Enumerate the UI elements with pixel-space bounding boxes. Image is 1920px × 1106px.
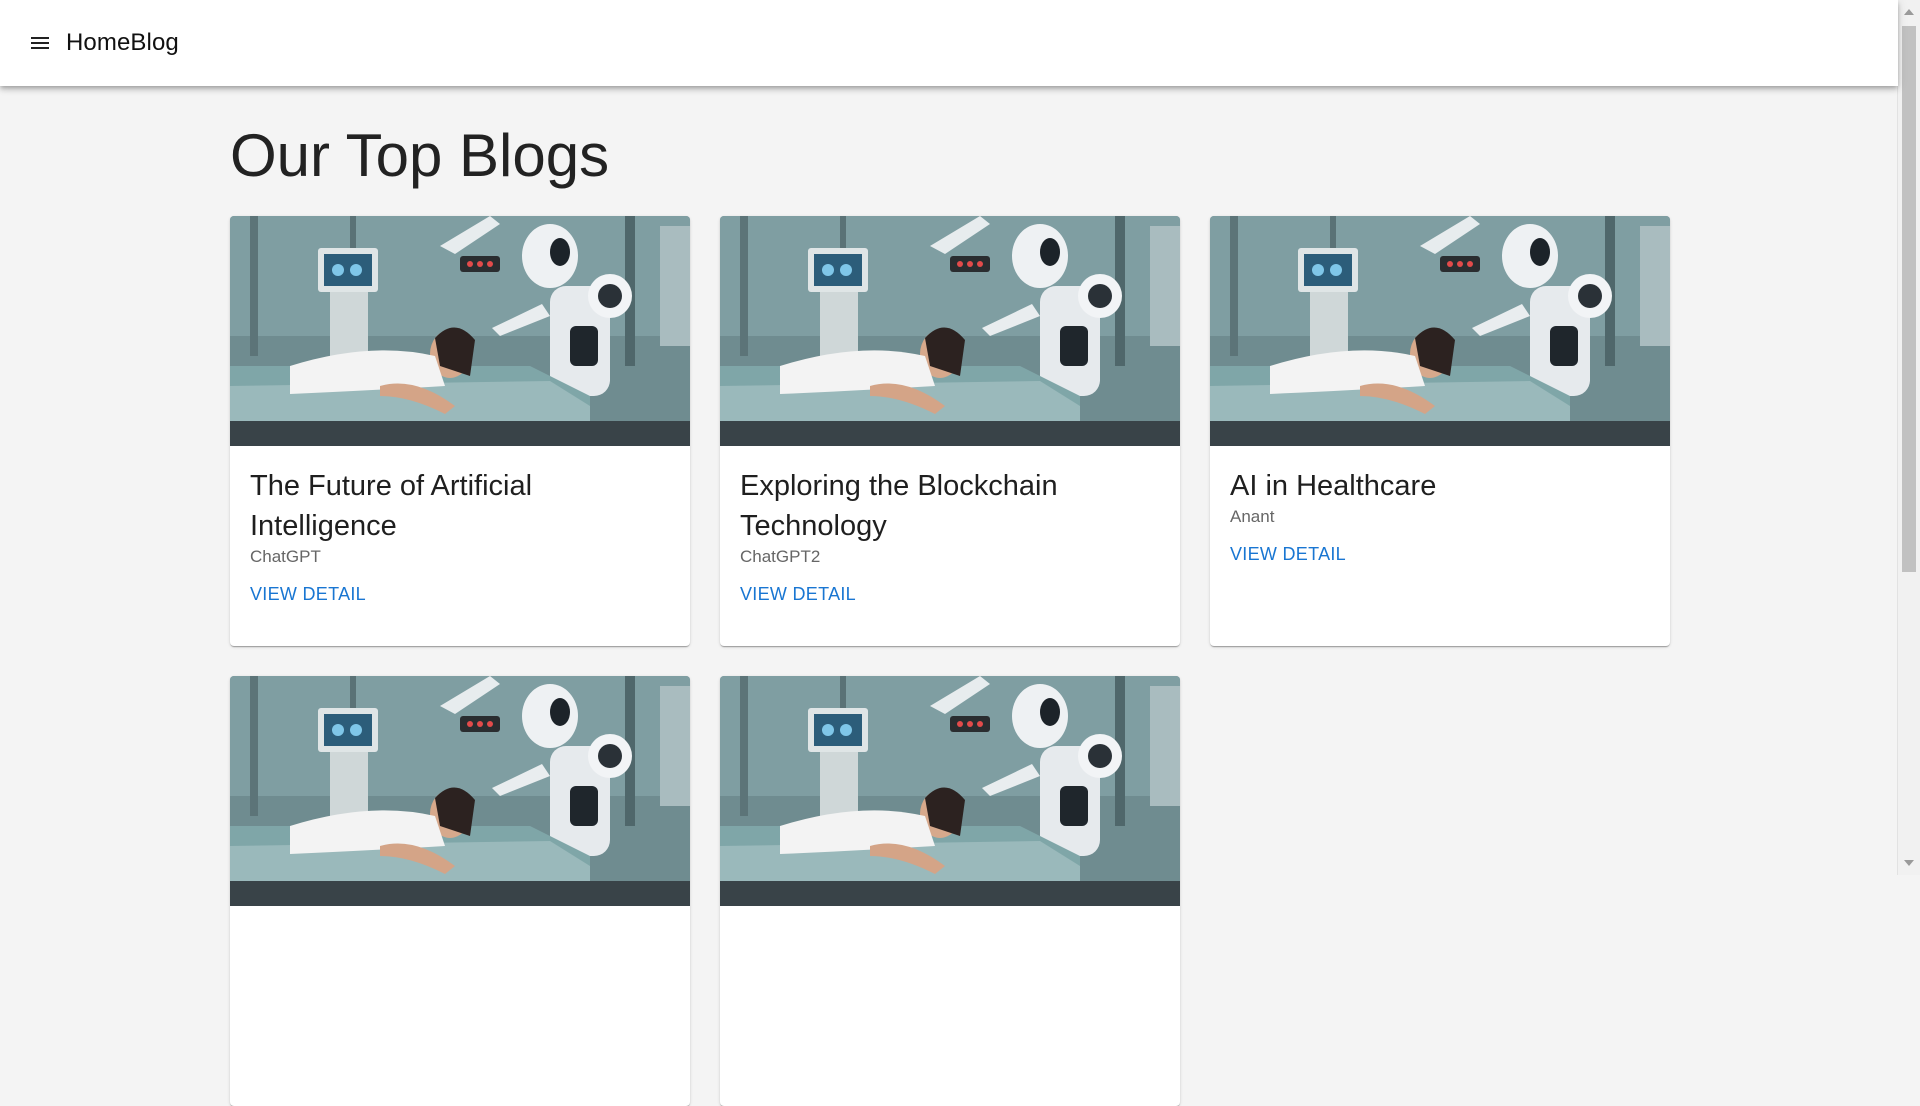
scroll-down-arrow-icon[interactable] <box>1898 853 1920 873</box>
blog-image <box>720 216 1180 446</box>
blog-card <box>720 676 1180 1106</box>
view-detail-button[interactable]: VIEW DETAIL <box>240 576 376 613</box>
blog-image <box>1210 216 1670 446</box>
blog-title: The Future of Artificial Intelligence <box>250 470 533 542</box>
blog-title: Exploring the Blockchain Technology <box>740 470 1058 542</box>
blog-title: AI in Healthcare <box>1230 470 1437 502</box>
blog-card: The Future of Artificial Intelligence Ch… <box>230 216 690 646</box>
menu-button[interactable] <box>22 25 58 61</box>
blog-author: ChatGPT2 <box>740 547 821 566</box>
scroll-up-arrow-icon[interactable] <box>1898 2 1920 22</box>
view-detail-button[interactable]: VIEW DETAIL <box>1220 536 1356 573</box>
blog-image <box>230 676 690 906</box>
blog-image <box>230 216 690 446</box>
blog-card: Exploring the Blockchain Technology Chat… <box>720 216 1180 646</box>
view-detail-button[interactable]: VIEW DETAIL <box>730 576 866 613</box>
blog-image <box>720 676 1180 906</box>
blog-author: Anant <box>1230 507 1275 526</box>
blog-card: AI in Healthcare Anant VIEW DETAIL <box>1210 216 1670 646</box>
brand-title[interactable]: HomeBlog <box>66 29 179 57</box>
blog-author: ChatGPT <box>250 547 321 566</box>
app-bar: HomeBlog <box>0 0 1898 86</box>
blog-grid: The Future of Artificial Intelligence Ch… <box>230 216 1690 1106</box>
scroll-thumb[interactable] <box>1902 26 1916 572</box>
main-content: Our Top Blogs The Future of Artificial I… <box>230 86 1690 1106</box>
page-title: Our Top Blogs <box>230 122 610 189</box>
vertical-scrollbar[interactable] <box>1897 0 1920 875</box>
blog-card <box>230 676 690 1106</box>
menu-icon <box>31 37 49 49</box>
